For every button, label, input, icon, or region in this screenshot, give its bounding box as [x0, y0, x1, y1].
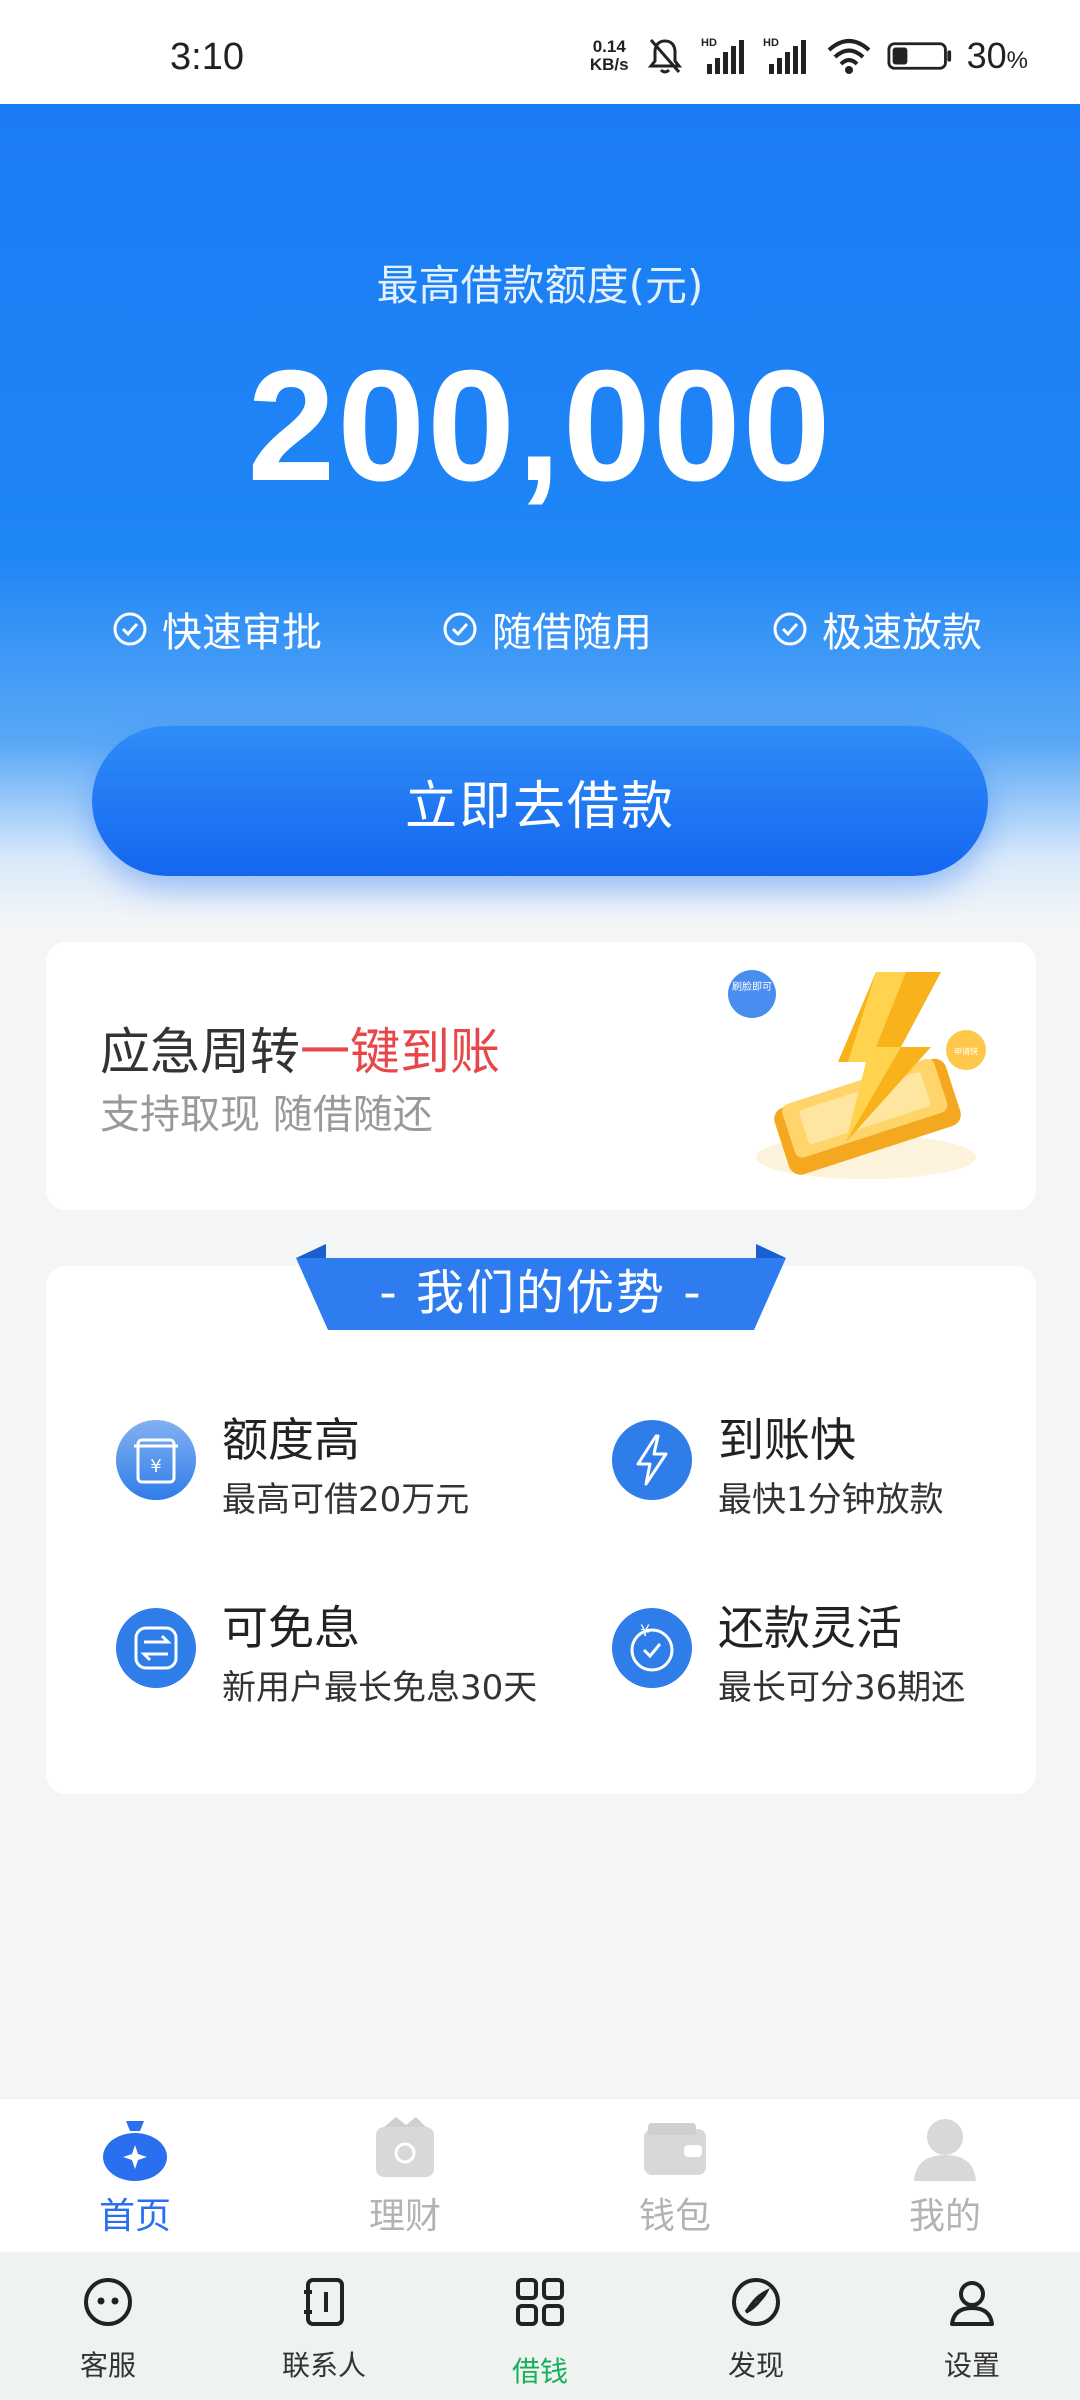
net-speed-unit: KB/s	[589, 55, 629, 74]
tab-finance[interactable]: 理财	[305, 2113, 505, 2243]
finance-box-icon	[376, 2117, 434, 2177]
grid-icon	[516, 2278, 564, 2326]
borrow-now-button[interactable]: 立即去借款	[92, 726, 988, 876]
contacts-icon	[304, 2278, 344, 2326]
svg-text:HD: HD	[763, 37, 779, 49]
nav-borrow[interactable]: 借钱	[450, 2274, 630, 2394]
advantage-interest-free: 可免息 新用户最长免息30天	[114, 1584, 564, 1708]
signal-1-icon: HD	[701, 37, 744, 74]
tab-home[interactable]: 首页	[35, 2113, 235, 2243]
check-circle-icon	[443, 612, 477, 646]
check-circle-icon	[773, 612, 807, 646]
promo-badge-left: 刷脸即可	[732, 980, 772, 993]
nav-settings[interactable]: 设置	[882, 2274, 1062, 2394]
credit-limit-label: 最高借款额度(元)	[376, 261, 704, 310]
net-speed: 0.14 KB/s	[590, 38, 629, 74]
status-bar: 3:10 0.14 KB/s HD HD 30%	[0, 0, 1080, 104]
nav-customer-service[interactable]: 客服	[18, 2274, 198, 2394]
check-circle-icon	[113, 612, 147, 646]
svg-text:HD: HD	[701, 37, 717, 49]
status-icons: 0.14 KB/s HD HD 30%	[590, 34, 1028, 78]
promo-badge-right: 申请快	[954, 1046, 978, 1056]
compass-icon	[732, 2278, 780, 2326]
feature-list: 快速审批 随借随用 极速放款	[0, 600, 1080, 660]
lightning-icon	[612, 1420, 692, 1500]
promo-card[interactable]: 应急周转一键到账 支持取现 随借随还 刷脸即可 申请快	[46, 942, 1036, 1210]
feature-fast-loan: 极速放款	[772, 600, 982, 658]
advantage-high-limit: ¥ 额度高 最高可借20万元	[114, 1396, 564, 1520]
feature-borrow-anytime: 随借随用	[442, 600, 652, 658]
nav-contacts[interactable]: 联系人	[234, 2274, 414, 2394]
exchange-icon	[116, 1608, 196, 1688]
promo-subtitle: 支持取现 随借随还	[100, 1092, 433, 1138]
svg-text:¥: ¥	[150, 1456, 161, 1477]
clock-yuan-icon: ¥	[612, 1608, 692, 1688]
hero-banner: 最高借款额度(元) 200,000 快速审批 随借随用 极速放款 立即去借款	[0, 104, 1080, 924]
atm-icon: ¥	[116, 1420, 196, 1500]
net-speed-value: 0.14	[592, 37, 626, 56]
chat-face-icon	[84, 2278, 132, 2326]
tab-mine[interactable]: 我的	[845, 2113, 1045, 2243]
advantage-flexible-repay: ¥ 还款灵活 最长可分36期还	[610, 1584, 1060, 1708]
credit-limit-amount: 200,000	[247, 338, 833, 514]
nav-discover[interactable]: 发现	[666, 2274, 846, 2394]
advantages-card: - 我们的优势 - ¥ 额度高 最高可借20万元 到账快 最快1分钟放款 可免息…	[46, 1244, 1036, 1794]
status-time: 3:10	[170, 36, 244, 78]
promo-title: 应急周转一键到账	[100, 1023, 500, 1081]
battery-percent: 30%	[966, 35, 1028, 76]
person-outline-icon	[950, 2281, 994, 2326]
phone-lightning-illustration: 刷脸即可 申请快	[728, 970, 986, 1179]
advantage-fast-arrival: 到账快 最快1分钟放款	[610, 1396, 1060, 1520]
mute-bell-icon	[647, 39, 682, 74]
bottom-nav: 客服 联系人 借钱 发现 设置	[0, 2252, 1080, 2400]
battery-icon	[887, 42, 951, 70]
wifi-icon	[827, 39, 870, 74]
money-bag-icon	[103, 2121, 167, 2181]
svg-text:¥: ¥	[640, 1621, 650, 1640]
feature-fast-approval: 快速审批	[112, 600, 322, 658]
signal-2-icon: HD	[763, 37, 806, 74]
user-icon	[914, 2119, 976, 2181]
app-tab-bar: 首页 理财 钱包 我的	[0, 2098, 1080, 2252]
advantages-title: - 我们的优势 -	[379, 1265, 703, 1321]
wallet-icon	[644, 2123, 706, 2175]
tab-wallet[interactable]: 钱包	[575, 2113, 775, 2243]
